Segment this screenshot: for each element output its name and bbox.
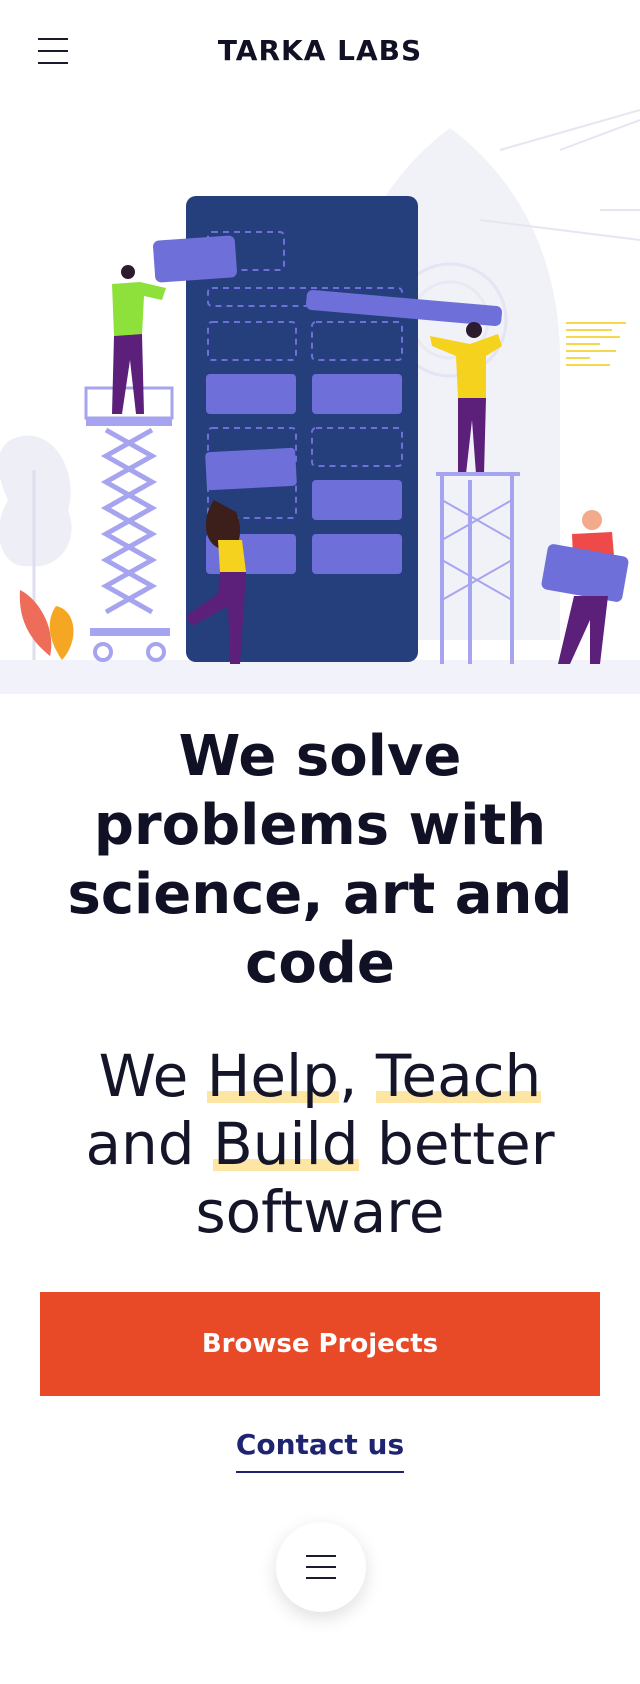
hero-illustration [0, 104, 640, 694]
headline: We solve problems with science, art and … [67, 724, 573, 996]
tagline-text: We [98, 1042, 207, 1110]
contact-us-link[interactable]: Contact us [235, 1428, 405, 1473]
logo[interactable]: TARKA LABS [0, 34, 640, 67]
ground-fade [0, 660, 640, 694]
contact-link-container: Contact us [0, 1428, 640, 1473]
tagline-text: and [85, 1110, 213, 1178]
scissor-lift [84, 386, 174, 662]
floating-menu-button[interactable] [276, 1522, 366, 1612]
highlight-teach: Teach [375, 1042, 542, 1110]
hamburger-menu-icon [306, 1555, 336, 1557]
tree [0, 435, 72, 567]
tagline-text: , [338, 1042, 376, 1110]
highlight-build: Build [213, 1110, 359, 1178]
header: TARKA LABS [0, 0, 640, 104]
code-lines-decoration [566, 322, 626, 366]
tagline: We Help, Teach and Build better software [40, 1042, 600, 1246]
highlight-help: Help [206, 1042, 339, 1110]
plant [19, 590, 52, 656]
browse-projects-button[interactable]: Browse Projects [40, 1292, 600, 1396]
